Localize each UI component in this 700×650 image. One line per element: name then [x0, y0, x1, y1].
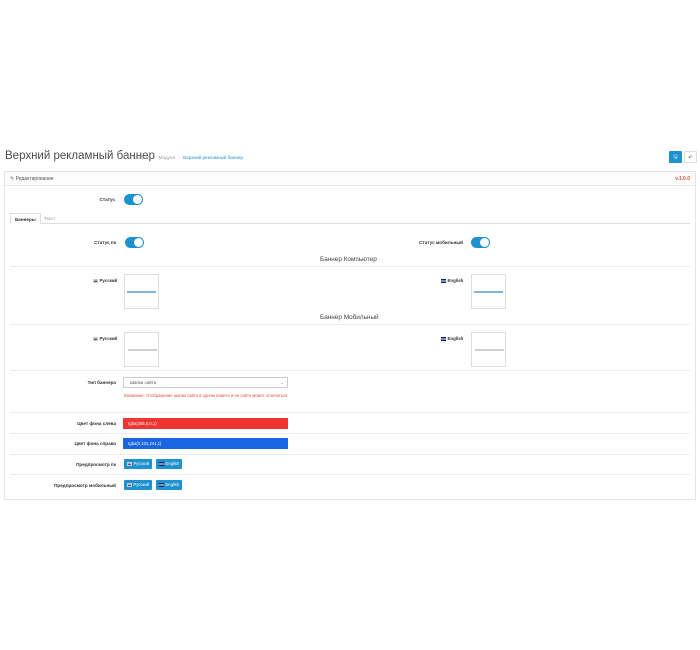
banner-preview-strip [128, 349, 157, 351]
save-button[interactable]: 🖫 [669, 151, 682, 163]
banner-mobile-image-ru[interactable] [124, 332, 159, 367]
status-pc-toggle[interactable] [125, 237, 144, 248]
divider [10, 433, 690, 434]
uk-flag-icon [441, 279, 446, 283]
banner-type-help: Внимание: Отображение шапки сайта в одно… [124, 393, 288, 398]
toggle-knob [480, 238, 489, 247]
banner-pc-lang-en: English [441, 278, 463, 283]
bg-left-label: Цвет фона слева [77, 421, 116, 426]
status-toggle[interactable] [124, 194, 143, 205]
banner-mobile-lang-en: English [441, 336, 463, 341]
preview-mobile-ru-button[interactable]: Русский [124, 480, 153, 490]
banner-mobile-lang-ru: Русский [93, 336, 117, 341]
banner-pc-title: Баннер Компьютер [320, 256, 377, 263]
breadcrumb-separator: › [153, 155, 156, 160]
page-header: Верхний рекламный баннер Главная › Модул… [0, 147, 700, 169]
toggle-knob [133, 195, 142, 204]
banner-mobile-title: Баннер Мобильный [320, 314, 379, 321]
banner-preview-strip [475, 349, 504, 351]
banner-type-label: Тип баннера [87, 380, 116, 385]
russia-flag-icon [93, 337, 98, 341]
banner-pc-image-en[interactable] [471, 274, 506, 309]
preview-mobile-en-button[interactable]: English [156, 480, 183, 490]
breadcrumb-separator: › [178, 155, 180, 160]
breadcrumb: Главная › Модули › Верхний рекламный бан… [133, 155, 243, 160]
bg-right-input[interactable]: rgba(0,101,241,1) [123, 438, 288, 449]
lang-label-text: English [447, 336, 464, 341]
lang-label-text: Русский [99, 336, 118, 341]
banner-pc-lang-ru: Русский [93, 278, 117, 283]
banner-preview-strip [474, 291, 503, 293]
russia-flag-icon [127, 462, 132, 466]
uk-flag-icon [159, 483, 164, 487]
banner-preview-strip [127, 291, 156, 293]
tab-banners[interactable]: Баннеры [10, 213, 41, 224]
divider [10, 324, 690, 325]
divider [10, 266, 690, 267]
bg-right-label: Цвет фона справа [74, 441, 116, 446]
panel-title-text: Редактирование [15, 176, 54, 182]
preview-pc-ru-button[interactable]: Русский [124, 459, 153, 469]
divider [10, 454, 690, 455]
russia-flag-icon [127, 483, 132, 487]
banner-type-value: Шапка сайта [130, 380, 157, 385]
status-pc-label: Статус пк [94, 240, 116, 245]
status-mobile-label: Статус мобильный [419, 240, 463, 245]
breadcrumb-home[interactable]: Главная [133, 155, 150, 160]
russia-flag-icon [93, 279, 98, 283]
banner-pc-image-ru[interactable] [124, 274, 159, 309]
panel-heading: ✎ Редактирование v.1.0.0 [5, 172, 695, 186]
preview-mobile-label: Предпросмотр мобильный [54, 483, 116, 488]
lang-label-text: Русский [99, 278, 118, 283]
divider [10, 474, 690, 475]
lang-label-text: English [447, 278, 464, 283]
uk-flag-icon [159, 462, 164, 466]
chevron-down-icon: ⌄ [280, 380, 284, 385]
panel-title: ✎ Редактирование [10, 176, 54, 182]
preview-pc-label: Предпросмотр пк [76, 462, 116, 467]
toggle-knob [134, 238, 143, 247]
status-label: Статус [99, 197, 115, 202]
version-badge: v.1.0.0 [675, 176, 690, 182]
divider [10, 370, 690, 371]
tab-bar: Баннеры Текст [10, 213, 690, 224]
breadcrumb-modules[interactable]: Модули [159, 155, 175, 160]
status-mobile-toggle[interactable] [471, 237, 490, 248]
button-label: English [165, 461, 180, 466]
save-icon: 🖫 [673, 154, 678, 160]
breadcrumb-current[interactable]: Верхний рекламный баннер [183, 155, 243, 160]
button-label: Русский [133, 461, 150, 466]
uk-flag-icon [441, 337, 446, 341]
reply-icon: ↶ [688, 155, 693, 161]
button-label: Русский [133, 482, 150, 487]
bg-left-input[interactable]: rgba(255,0,0,1) [123, 418, 288, 429]
preview-pc-en-button[interactable]: English [156, 459, 183, 469]
divider [10, 412, 690, 413]
banner-mobile-image-en[interactable] [471, 332, 506, 367]
back-button[interactable]: ↶ [684, 151, 697, 163]
tab-text[interactable]: Текст [40, 213, 60, 224]
banner-type-select[interactable]: Шапка сайта ⌄ [123, 377, 288, 388]
button-label: English [165, 482, 180, 487]
